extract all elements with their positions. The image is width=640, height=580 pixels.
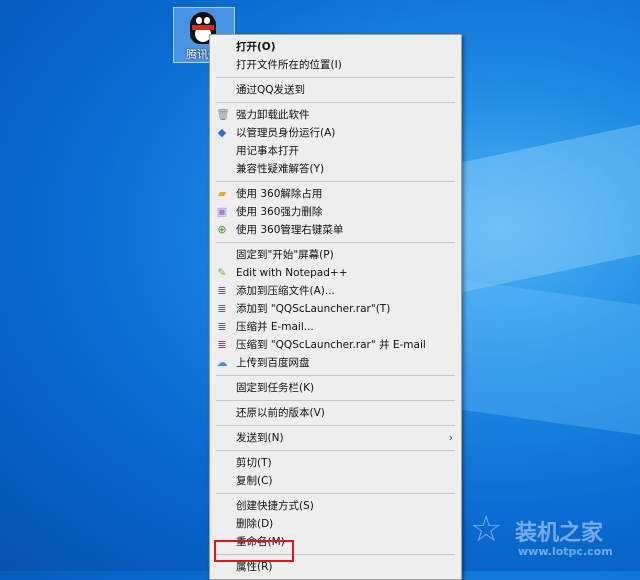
watermark-title: 装机之家 bbox=[515, 521, 604, 546]
menu-item-label: 发送到(N) bbox=[236, 432, 284, 444]
menu-item-label: 还原以前的版本(V) bbox=[236, 407, 325, 419]
menu-item-label: 使用 360管理右键菜单 bbox=[236, 224, 344, 236]
chevron-right-icon: › bbox=[448, 432, 453, 444]
menu-separator bbox=[216, 181, 455, 182]
menu-item[interactable]: 打开(O) bbox=[210, 38, 461, 56]
menu-item[interactable]: 发送到(N) › bbox=[210, 429, 461, 447]
menu-item[interactable]: 创建快捷方式(S) bbox=[210, 497, 461, 515]
menu-item-label: 删除(D) bbox=[236, 518, 274, 530]
winrar-icon: ≣ bbox=[217, 338, 227, 351]
shredder-icon: ▣ bbox=[216, 205, 228, 218]
menu-item[interactable]: 兼容性疑难解答(Y) bbox=[210, 160, 461, 178]
menu-item-label: 以管理员身份运行(A) bbox=[236, 127, 336, 139]
menu-item-label: 上传到百度网盘 bbox=[236, 357, 310, 369]
highlight-box bbox=[214, 540, 294, 562]
menu-separator bbox=[216, 77, 455, 78]
star-logo-icon: ☆ bbox=[470, 509, 503, 550]
menu-item-label: 强力卸载此软件 bbox=[236, 109, 310, 121]
winrar-icon: ≣ bbox=[217, 284, 227, 297]
menu-item-label: 兼容性疑难解答(Y) bbox=[236, 163, 325, 175]
menu-item-label: 创建快捷方式(S) bbox=[236, 500, 314, 512]
watermark-url: www.lotpc.com bbox=[518, 545, 613, 558]
trash-icon: 🗑 bbox=[216, 108, 230, 121]
notepad-plus-plus-icon: ✎ bbox=[217, 266, 227, 279]
menu-item-label: 压缩到 "QQScLauncher.rar" 并 E-mail bbox=[236, 339, 426, 351]
menu-item[interactable]: ▣ 使用 360强力删除 bbox=[210, 203, 461, 221]
menu-item[interactable]: 用记事本打开 bbox=[210, 142, 461, 160]
menu-item-label: 通过QQ发送到 bbox=[236, 84, 306, 96]
menu-item-label: 复制(C) bbox=[236, 475, 273, 487]
menu-item-label: 使用 360强力删除 bbox=[236, 206, 323, 218]
menu-separator bbox=[216, 242, 455, 243]
menu-item[interactable]: 打开文件所在的位置(I) bbox=[210, 56, 461, 74]
menu-item[interactable]: ≣ 压缩到 "QQScLauncher.rar" 并 E-mail bbox=[210, 336, 461, 354]
menu-item[interactable]: ▰ 使用 360解除占用 bbox=[210, 185, 461, 203]
uac-shield-icon: ◆ bbox=[217, 126, 227, 139]
menu-item[interactable]: ≣ 添加到 "QQScLauncher.rar"(T) bbox=[210, 300, 461, 318]
menu-item[interactable]: ⊕ 使用 360管理右键菜单 bbox=[210, 221, 461, 239]
menu-item[interactable]: ☁ 上传到百度网盘 bbox=[210, 354, 461, 372]
menu-item[interactable]: 🗑 强力卸载此软件 bbox=[210, 106, 461, 124]
menu-item[interactable]: ✎ Edit with Notepad++ bbox=[210, 264, 461, 282]
menu-item-label: 剪切(T) bbox=[236, 457, 272, 469]
menu-item[interactable]: 固定到"开始"屏幕(P) bbox=[210, 246, 461, 264]
menu-item-label: 使用 360解除占用 bbox=[236, 188, 323, 200]
menu-separator bbox=[216, 493, 455, 494]
context-menu: 打开(O) 打开文件所在的位置(I) 通过QQ发送到 🗑 强力卸载此软件 ◆ 以管理员身份运… bbox=[209, 34, 462, 580]
menu-item-label: 打开(O) bbox=[236, 41, 276, 53]
menu-item[interactable]: ◆ 以管理员身份运行(A) bbox=[210, 124, 461, 142]
menu-item[interactable]: ≣ 添加到压缩文件(A)... bbox=[210, 282, 461, 300]
menu-item[interactable]: 复制(C) bbox=[210, 472, 461, 490]
menu-item[interactable]: 通过QQ发送到 bbox=[210, 81, 461, 99]
baidu-netdisk-icon: ☁ bbox=[216, 356, 228, 369]
menu-item[interactable]: 固定到任务栏(K) bbox=[210, 379, 461, 397]
menu-item-label: 打开文件所在的位置(I) bbox=[236, 59, 342, 71]
menu-item-label: Edit with Notepad++ bbox=[236, 267, 348, 279]
menu-separator bbox=[216, 450, 455, 451]
menu-item-label: 压缩并 E-mail... bbox=[236, 321, 314, 333]
menu-separator bbox=[216, 425, 455, 426]
menu-separator bbox=[216, 102, 455, 103]
menu-item-label: 固定到"开始"屏幕(P) bbox=[236, 249, 334, 261]
folder-unlock-icon: ▰ bbox=[217, 187, 227, 200]
winrar-icon: ≣ bbox=[217, 320, 227, 333]
menu-item[interactable]: 还原以前的版本(V) bbox=[210, 404, 461, 422]
menu-item-label: 添加到 "QQScLauncher.rar"(T) bbox=[236, 303, 391, 315]
menu-item[interactable]: ≣ 压缩并 E-mail... bbox=[210, 318, 461, 336]
menu-item-label: 固定到任务栏(K) bbox=[236, 382, 315, 394]
menu-separator bbox=[216, 375, 455, 376]
winrar-icon: ≣ bbox=[217, 302, 227, 315]
menu-item-label: 属性(R) bbox=[236, 561, 273, 573]
menu-separator bbox=[216, 400, 455, 401]
menu-item[interactable]: 剪切(T) bbox=[210, 454, 461, 472]
menu-item-label: 添加到压缩文件(A)... bbox=[236, 285, 335, 297]
menu-item[interactable]: 删除(D) bbox=[210, 515, 461, 533]
360-icon: ⊕ bbox=[217, 223, 227, 236]
menu-item-label: 用记事本打开 bbox=[236, 145, 299, 157]
